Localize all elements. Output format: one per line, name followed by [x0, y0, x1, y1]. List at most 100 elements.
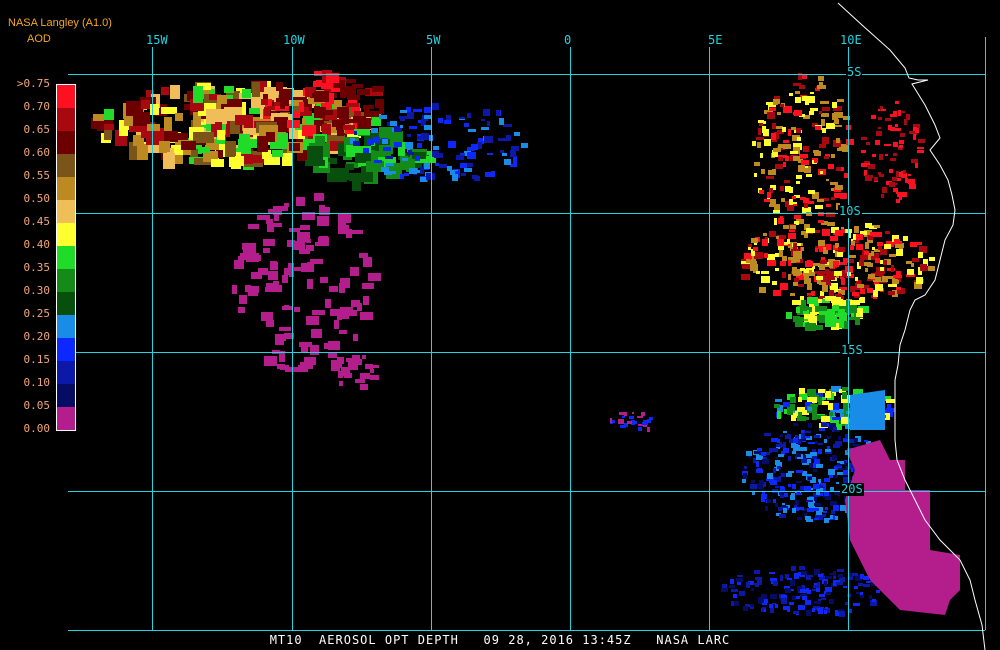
aerosol-pixel — [282, 275, 288, 283]
aerosol-pixel — [795, 500, 799, 505]
aerosol-pixel — [357, 303, 362, 311]
aerosol-pixel — [746, 582, 750, 588]
aerosol-pixel — [831, 154, 835, 158]
aerosol-pixel — [829, 573, 836, 575]
aerosol-pixel — [822, 128, 826, 133]
aerosol-pixel — [287, 120, 300, 128]
aerosol-pixel — [415, 156, 420, 161]
aerosol-pixel — [780, 487, 785, 491]
aerosol-pixel — [822, 107, 830, 111]
aerosol-pixel — [801, 247, 804, 251]
aerosol-pixel — [771, 438, 778, 442]
aerosol-pixel — [788, 129, 791, 136]
aerosol-pixel — [819, 311, 825, 315]
aerosol-pixel — [875, 284, 883, 291]
aerosol-pixel — [780, 434, 783, 437]
aerosol-pixel — [825, 320, 836, 327]
lon-label-10e: 10E — [839, 33, 863, 47]
aerosol-pixel — [804, 431, 811, 433]
aerosol-pixel — [861, 163, 867, 167]
aerosol-pixel — [771, 448, 778, 452]
aerosol-pixel — [822, 229, 830, 236]
aerosol-pixel — [769, 572, 775, 574]
aerosol-pixel — [319, 236, 328, 243]
aerosol-pixel — [368, 273, 381, 281]
legend-swatch — [57, 131, 75, 154]
aerosol-pixel — [622, 416, 625, 418]
aerosol-pixel — [754, 570, 760, 574]
aerosol-pixel — [888, 291, 895, 295]
aerosol-pixel — [776, 444, 783, 447]
aerosol-pixel — [272, 150, 283, 157]
aerosol-pixel — [446, 115, 451, 120]
aerosol-pixel — [783, 508, 787, 513]
aerosol-pixel — [370, 369, 374, 373]
aerosol-pixel — [893, 188, 898, 192]
aerosol-pixel — [331, 353, 337, 358]
legend-swatch — [57, 292, 75, 315]
aerosol-pixel — [835, 125, 842, 127]
aerosol-pixel — [856, 244, 863, 250]
aerosol-pixel — [459, 117, 465, 119]
legend-swatch — [57, 384, 75, 407]
aerosol-pixel — [755, 577, 762, 580]
aerosol-pixel — [838, 436, 841, 440]
aerosol-pixel — [796, 175, 802, 179]
aerosol-pixel — [435, 163, 439, 166]
aerosol-pixel — [464, 123, 469, 127]
product-label: AOD — [27, 33, 51, 45]
aerosol-pixel — [883, 260, 887, 265]
aerosol-pixel — [835, 516, 838, 520]
source-title: NASA Langley (A1.0) — [8, 17, 112, 29]
aerosol-pixel — [300, 225, 310, 230]
aerosol-pixel — [777, 112, 781, 115]
aerosol-pixel — [746, 259, 750, 263]
aerosol-pixel — [796, 493, 802, 495]
aerosol-pixel — [798, 441, 801, 444]
aerosol-pixel — [394, 142, 402, 147]
aerosol-pixel — [796, 481, 802, 483]
aerosol-pixel — [452, 174, 458, 181]
aerosol-pixel — [807, 389, 816, 396]
aerosol-pixel — [161, 87, 169, 95]
aerosol-pixel — [793, 438, 798, 443]
aerosol-pixel — [773, 499, 776, 503]
aerosol-pixel — [800, 590, 803, 592]
aerosol-pixel — [888, 125, 892, 130]
aerosol-pixel — [777, 239, 784, 246]
aerosol-pixel — [819, 82, 823, 85]
aerosol-pixel — [299, 102, 304, 112]
aerosol-pixel — [421, 133, 429, 140]
aerosol-pixel — [503, 124, 512, 127]
aerosol-pixel — [855, 277, 858, 281]
aerosol-pixel — [812, 589, 816, 591]
aerosol-pixel — [513, 156, 517, 163]
aerosol-pixel — [805, 98, 809, 105]
aerosol-pixel — [920, 264, 927, 270]
aerosol-pixel — [817, 582, 820, 588]
aerosol-pixel — [506, 135, 511, 141]
aerosol-pixel — [813, 150, 819, 153]
aerosol-pixel — [899, 140, 904, 144]
aerosol-pixel — [799, 507, 804, 510]
aerosol-pixel — [342, 313, 349, 319]
aerosol-pixel — [294, 307, 300, 312]
aerosol-pixel — [124, 116, 133, 126]
aerosol-pixel — [760, 153, 763, 158]
aerosol-pixel — [808, 477, 812, 480]
aerosol-pixel — [371, 128, 378, 133]
aerosol-pixel — [782, 272, 786, 278]
aerosol-pixel — [217, 95, 227, 104]
aerosol-pixel — [871, 115, 876, 119]
aerosol-pixel — [869, 595, 872, 599]
aerosol-pixel — [618, 419, 624, 424]
aerosol-pixel — [757, 448, 762, 451]
aerosol-pixel — [753, 247, 758, 251]
aerosol-pixel — [820, 594, 825, 597]
aerosol-pixel — [780, 186, 784, 191]
aerosol-pixel — [791, 127, 796, 130]
legend-swatch — [57, 154, 75, 177]
aerosol-pixel — [839, 611, 845, 617]
aerosol-pixel — [385, 156, 393, 159]
aerosol-pixel — [736, 578, 743, 582]
